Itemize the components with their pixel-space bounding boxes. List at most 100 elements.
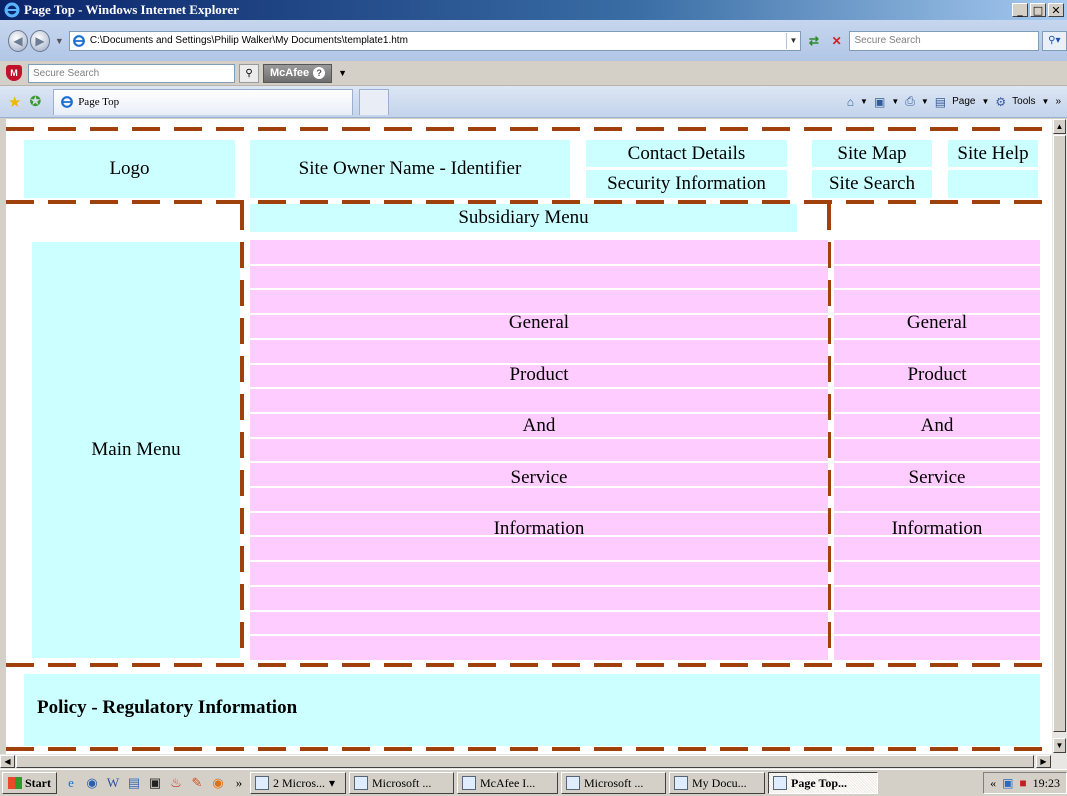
- back-button[interactable]: ◀: [8, 29, 28, 52]
- content-line-general: General: [508, 312, 570, 333]
- ie-quicklaunch-icon[interactable]: e: [63, 775, 79, 791]
- taskbar-item-active[interactable]: Page Top...: [768, 772, 878, 794]
- mcafee-logo-button[interactable]: McAfee?: [263, 63, 333, 83]
- horizontal-scrollbar[interactable]: ◀ ▶: [0, 754, 1067, 769]
- address-dropdown-icon[interactable]: ▼: [785, 32, 800, 49]
- start-button[interactable]: Start: [2, 772, 57, 794]
- ie-icon: [773, 776, 787, 790]
- page-menu-button[interactable]: Page: [952, 96, 975, 107]
- address-field[interactable]: C:\Documents and Settings\Philip Walker\…: [68, 30, 801, 51]
- scroll-right-icon[interactable]: ▶: [1036, 755, 1051, 768]
- content-line-information: Information: [493, 518, 585, 539]
- close-button[interactable]: ✕: [1048, 3, 1064, 17]
- print-dropdown-icon[interactable]: ▼: [921, 97, 929, 106]
- page-menu-icon[interactable]: ▤: [935, 95, 946, 109]
- taskbar-item[interactable]: McAfee I...: [457, 772, 558, 794]
- side-line-information: Information: [891, 518, 983, 539]
- contact-details-link[interactable]: Contact Details: [586, 140, 787, 167]
- tray-expand-icon[interactable]: «: [990, 776, 996, 791]
- taskbar-item[interactable]: 2 Micros... ▾: [250, 772, 346, 794]
- home-icon[interactable]: ⌂: [847, 95, 854, 109]
- mcafee-search-icon[interactable]: ⚲: [239, 63, 259, 83]
- print-icon[interactable]: ⎙: [905, 94, 915, 109]
- firefox-quicklaunch-icon[interactable]: ◉: [210, 775, 226, 791]
- tab-bar: ★ ✪ Page Top ⌂ ▼ ▣ ▼ ⎙ ▼ ▤ Page ▼ ⚙ Tools ▼ »: [0, 86, 1067, 118]
- ie-page-icon: [72, 34, 85, 47]
- network-icon[interactable]: ▣: [1002, 776, 1013, 791]
- command-bar: ⌂ ▼ ▣ ▼ ⎙ ▼ ▤ Page ▼ ⚙ Tools ▼ »: [847, 94, 1067, 109]
- search-icon: ⚲: [1048, 35, 1056, 46]
- address-url[interactable]: C:\Documents and Settings\Philip Walker\…: [90, 35, 786, 46]
- new-tab-button[interactable]: [359, 88, 390, 115]
- scroll-down-icon[interactable]: ▼: [1053, 738, 1066, 753]
- site-search-link[interactable]: Site Search: [812, 170, 932, 198]
- ie-tab-icon: [61, 96, 74, 108]
- refresh-icon[interactable]: ⇄: [804, 31, 824, 51]
- row-separator: [250, 634, 828, 636]
- app-quicklaunch-icon[interactable]: ♨: [168, 775, 184, 791]
- vertical-scrollbar[interactable]: ▲ ▼: [1052, 119, 1067, 754]
- title-bar: Page Top - Windows Internet Explorer _ □…: [0, 0, 1067, 20]
- add-favorites-icon[interactable]: ✪: [29, 93, 41, 110]
- tools-dropdown-icon[interactable]: ▼: [1042, 97, 1050, 106]
- paint-quicklaunch-icon[interactable]: ✎: [189, 775, 205, 791]
- windows-flag-icon: [8, 777, 22, 789]
- tools-gear-icon[interactable]: ⚙: [995, 95, 1006, 109]
- help-icon[interactable]: ?: [313, 67, 326, 79]
- page-dropdown-icon[interactable]: ▼: [981, 97, 989, 106]
- feeds-dropdown-icon[interactable]: ▼: [891, 97, 899, 106]
- forward-button[interactable]: ▶: [29, 29, 50, 52]
- taskbar-item[interactable]: Microsoft ...: [561, 772, 666, 794]
- top-dashed-border: [6, 127, 1052, 131]
- row-separator: [834, 288, 1040, 290]
- footer-policy-text[interactable]: Policy - Regulatory Information: [37, 697, 297, 719]
- vertical-scroll-thumb[interactable]: [1053, 135, 1066, 732]
- chevron-down-icon: ▾: [329, 775, 336, 790]
- side-line-and: And: [920, 415, 954, 436]
- word-quicklaunch-icon[interactable]: W: [105, 775, 121, 791]
- chevron-more-icon[interactable]: »: [1055, 96, 1061, 107]
- search-button[interactable]: ⚲ ▾: [1041, 30, 1067, 51]
- site-map-link[interactable]: Site Map: [812, 140, 932, 167]
- minimize-button[interactable]: _: [1012, 3, 1028, 17]
- scroll-left-icon[interactable]: ◀: [0, 755, 15, 768]
- favorites-star-icon[interactable]: ★: [8, 93, 21, 111]
- main-content-panel: [250, 240, 828, 660]
- ie-icon: [4, 2, 20, 18]
- windows-taskbar: Start e ◉ W ▤ ▣ ♨ ✎ ◉ » 2 Micros... ▾ Mic…: [0, 769, 1067, 796]
- history-dropdown-icon[interactable]: ▼: [55, 36, 64, 46]
- taskbar-item-label: McAfee I...: [480, 775, 536, 790]
- mcafee-icon: [462, 776, 476, 790]
- console-quicklaunch-icon[interactable]: ▣: [147, 775, 163, 791]
- browser-quicklaunch-icon[interactable]: ◉: [84, 775, 100, 791]
- mcafee-dropdown-icon[interactable]: ▼: [338, 68, 347, 78]
- mcafee-toolbar: M Secure Search ⚲ McAfee? ▼: [0, 61, 1067, 86]
- tab-page-top[interactable]: Page Top: [53, 88, 354, 115]
- scroll-up-icon[interactable]: ▲: [1053, 119, 1066, 134]
- tools-menu-button[interactable]: Tools: [1012, 96, 1035, 107]
- main-menu-label[interactable]: Main Menu: [32, 242, 240, 658]
- home-dropdown-icon[interactable]: ▼: [860, 97, 868, 106]
- quicklaunch-more-icon[interactable]: »: [231, 775, 247, 791]
- bottom-dashed-border: [6, 747, 1052, 751]
- stop-icon[interactable]: ✕: [827, 31, 847, 51]
- content-line-product: Product: [509, 364, 569, 385]
- row-separator: [250, 461, 828, 463]
- taskbar-item[interactable]: My Docu...: [669, 772, 765, 794]
- horizontal-scroll-thumb[interactable]: [16, 755, 1034, 768]
- mcafee-shield-icon[interactable]: M: [6, 65, 22, 81]
- subsidiary-menu-label[interactable]: Subsidiary Menu: [250, 204, 797, 232]
- maximize-button[interactable]: □: [1030, 3, 1046, 17]
- side-line-product: Product: [907, 364, 967, 385]
- site-help-link[interactable]: Site Help: [948, 140, 1038, 167]
- folder-icon: [674, 776, 688, 790]
- clock[interactable]: 19:23: [1033, 776, 1060, 791]
- taskbar-item[interactable]: Microsoft ...: [349, 772, 454, 794]
- security-icon[interactable]: ■: [1019, 776, 1026, 791]
- search-input[interactable]: Secure Search: [849, 30, 1039, 51]
- security-info-link[interactable]: Security Information: [586, 170, 787, 198]
- feeds-icon[interactable]: ▣: [874, 95, 885, 109]
- word-icon: [255, 776, 269, 790]
- desktop-quicklaunch-icon[interactable]: ▤: [126, 775, 142, 791]
- mcafee-search-input[interactable]: Secure Search: [28, 63, 235, 83]
